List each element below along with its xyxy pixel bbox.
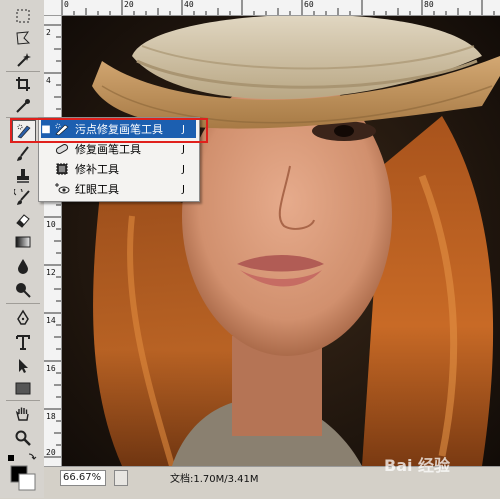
menu-item-shortcut: J — [182, 163, 185, 175]
red-eye-tool-icon — [53, 182, 71, 196]
ruler-left-label: 20 — [46, 448, 56, 457]
ruler-top-label: 60 — [304, 0, 314, 9]
ruler-top-label: 40 — [184, 0, 194, 9]
ruler-left-label: 12 — [46, 268, 56, 277]
patch-tool-icon — [53, 162, 71, 176]
ruler-top-label: 80 — [424, 0, 434, 9]
document-canvas[interactable] — [62, 16, 500, 466]
status-menu-button[interactable] — [114, 470, 128, 486]
dodge-tool-icon[interactable] — [12, 280, 34, 300]
watermark-logo: Bai 经验 — [384, 456, 451, 475]
ruler-left-label: 2 — [46, 28, 51, 37]
history-brush-tool-icon[interactable] — [12, 188, 34, 208]
zoom-tool-icon[interactable] — [12, 428, 34, 448]
healing-tools-flyout-menu: ■ 污点修复画笔工具 J 修复画笔工具 J 修补工具 J 红眼工具 J — [38, 117, 200, 202]
menu-item-spot-healing-brush[interactable]: ■ 污点修复画笔工具 J — [41, 120, 196, 138]
vertical-ruler: 2 4 6 8 10 12 14 16 18 20 — [44, 0, 62, 466]
eraser-tool-icon[interactable] — [12, 210, 34, 230]
menu-item-healing-brush[interactable]: 修复画笔工具 J — [41, 140, 196, 158]
marquee-tool-icon[interactable] — [12, 6, 34, 26]
rectangle-tool-icon[interactable] — [12, 378, 34, 398]
selected-marker-icon: ■ — [41, 123, 51, 135]
menu-item-patch-tool[interactable]: 修补工具 J — [41, 160, 196, 178]
portrait-photo — [62, 16, 500, 466]
blur-tool-icon[interactable] — [12, 256, 34, 276]
hand-tool-icon[interactable] — [12, 404, 34, 424]
ruler-left-label: 16 — [46, 364, 56, 373]
ruler-top-label: 0 — [64, 0, 69, 9]
ruler-corner — [44, 0, 62, 16]
clone-stamp-tool-icon[interactable] — [12, 166, 34, 186]
menu-item-label: 红眼工具 — [75, 183, 119, 196]
horizontal-ruler: 0 20 40 60 80 — [61, 0, 500, 16]
color-swatches[interactable] — [8, 452, 38, 496]
path-selection-tool-icon[interactable] — [12, 356, 34, 376]
gradient-tool-icon[interactable] — [12, 232, 34, 252]
eyedropper-tool-icon[interactable] — [12, 96, 34, 116]
menu-item-red-eye-tool[interactable]: 红眼工具 J — [41, 180, 196, 198]
ruler-left-label: 14 — [46, 316, 56, 325]
ruler-top-label: 20 — [124, 0, 134, 9]
pen-tool-icon[interactable] — [12, 308, 34, 328]
ruler-left-label: 4 — [46, 76, 51, 85]
lasso-tool-icon[interactable] — [12, 28, 34, 48]
crop-tool-icon[interactable] — [12, 74, 34, 94]
tools-panel — [0, 0, 45, 498]
spot-healing-brush-icon — [53, 122, 71, 136]
menu-item-shortcut: J — [182, 183, 185, 195]
ruler-left-label: 18 — [46, 412, 56, 421]
brush-tool-icon[interactable] — [12, 144, 34, 164]
zoom-level-field[interactable]: 66.67% — [60, 470, 106, 486]
ruler-left-label: 10 — [46, 220, 56, 229]
spot-healing-brush-tool-icon[interactable] — [12, 120, 36, 142]
menu-item-shortcut: J — [182, 143, 185, 155]
document-size-info: 文档:1.70M/3.41M — [170, 474, 259, 485]
healing-brush-icon — [53, 142, 71, 156]
menu-item-shortcut: J — [182, 123, 185, 135]
menu-item-label: 修复画笔工具 — [75, 143, 141, 156]
magic-wand-tool-icon[interactable] — [12, 50, 34, 70]
menu-item-label: 污点修复画笔工具 — [75, 123, 163, 136]
type-tool-icon[interactable] — [12, 332, 34, 352]
menu-item-label: 修补工具 — [75, 163, 119, 176]
